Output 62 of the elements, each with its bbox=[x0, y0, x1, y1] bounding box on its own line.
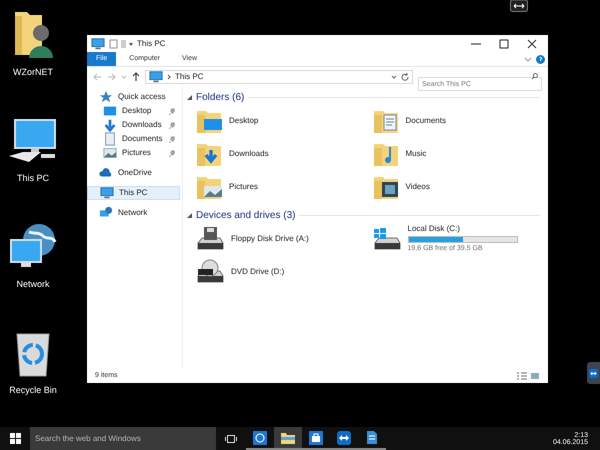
collapse-caret-icon[interactable] bbox=[187, 94, 192, 100]
folder-item[interactable]: Documents bbox=[372, 107, 548, 135]
nav-item[interactable]: Network bbox=[87, 206, 182, 220]
address-bar[interactable]: This PC bbox=[145, 70, 413, 84]
help-icon[interactable] bbox=[536, 54, 545, 64]
side-tab[interactable] bbox=[587, 362, 600, 384]
nav-item[interactable]: Downloads bbox=[87, 118, 182, 132]
desktop-icon-label[interactable]: This PC bbox=[16, 172, 49, 186]
taskbar-app-button[interactable] bbox=[274, 427, 302, 450]
picture-icon bbox=[103, 146, 117, 160]
chevron-down-icon[interactable] bbox=[524, 55, 532, 63]
desktop-icon bbox=[103, 104, 117, 118]
folder-item[interactable]: Desktop bbox=[195, 107, 372, 135]
computer-icon bbox=[91, 36, 105, 50]
refresh-icon[interactable] bbox=[401, 72, 409, 80]
details-view-icon[interactable] bbox=[517, 372, 527, 380]
arrows-icon[interactable] bbox=[337, 430, 351, 444]
nav-item[interactable]: This PC bbox=[87, 186, 180, 200]
desktop-icon-label[interactable]: Recycle Bin bbox=[9, 384, 57, 398]
pin-icon[interactable] bbox=[169, 122, 176, 128]
nav-item[interactable]: OneDrive bbox=[87, 166, 182, 180]
windows-logo-icon bbox=[10, 433, 20, 444]
chevron-right-icon[interactable] bbox=[167, 74, 171, 80]
group-header[interactable]: Folders (6) bbox=[196, 90, 244, 104]
folder-icon[interactable] bbox=[280, 430, 296, 444]
window-title: This PC bbox=[137, 38, 166, 50]
computer-icon bbox=[100, 186, 114, 200]
document-icon[interactable] bbox=[366, 430, 378, 445]
pin-icon[interactable] bbox=[169, 150, 176, 156]
floppy-drive-icon bbox=[195, 226, 225, 252]
taskbar-search-field[interactable]: Search the web and Windows bbox=[30, 427, 216, 450]
disk-drive-icon bbox=[372, 226, 402, 252]
chevron-down-icon[interactable] bbox=[391, 74, 397, 80]
nav-item[interactable]: Pictures bbox=[87, 146, 182, 160]
pin-icon[interactable] bbox=[169, 136, 176, 142]
desktop-icon-label[interactable]: Network bbox=[16, 278, 50, 292]
nav-item[interactable]: Desktop bbox=[87, 104, 182, 118]
drive-item[interactable]: DVD Drive (D:) bbox=[195, 258, 372, 286]
globe-icon[interactable] bbox=[253, 430, 267, 444]
search-icon[interactable] bbox=[531, 73, 538, 80]
quick-access-toolbar-icon[interactable] bbox=[109, 38, 133, 48]
folder-item[interactable]: Videos bbox=[372, 173, 548, 201]
star-icon bbox=[99, 90, 113, 104]
nav-item[interactable]: Documents bbox=[87, 132, 182, 146]
download-icon bbox=[103, 118, 117, 132]
group-header[interactable]: Devices and drives (3) bbox=[196, 208, 296, 222]
resize-cursor-icon bbox=[510, 0, 528, 12]
document-icon bbox=[103, 132, 117, 146]
computer-icon bbox=[149, 70, 163, 84]
task-view-icon bbox=[225, 434, 237, 444]
folder-item[interactable]: Pictures bbox=[195, 173, 372, 201]
arrows-icon bbox=[589, 368, 598, 378]
folder-item[interactable]: Downloads bbox=[195, 140, 372, 168]
drive-item[interactable]: Floppy Disk Drive (A:) bbox=[195, 225, 372, 253]
folder-item[interactable]: Music bbox=[372, 140, 548, 168]
dvd-drive-icon bbox=[195, 259, 225, 285]
shopping-bag-icon[interactable] bbox=[309, 430, 323, 444]
desktop-icon-label[interactable]: WZorNET bbox=[13, 66, 53, 80]
pin-icon[interactable] bbox=[169, 108, 176, 114]
up-arrow-icon[interactable] bbox=[132, 72, 140, 81]
collapse-caret-icon[interactable] bbox=[187, 212, 192, 218]
nav-item[interactable]: Quick access bbox=[87, 90, 182, 104]
